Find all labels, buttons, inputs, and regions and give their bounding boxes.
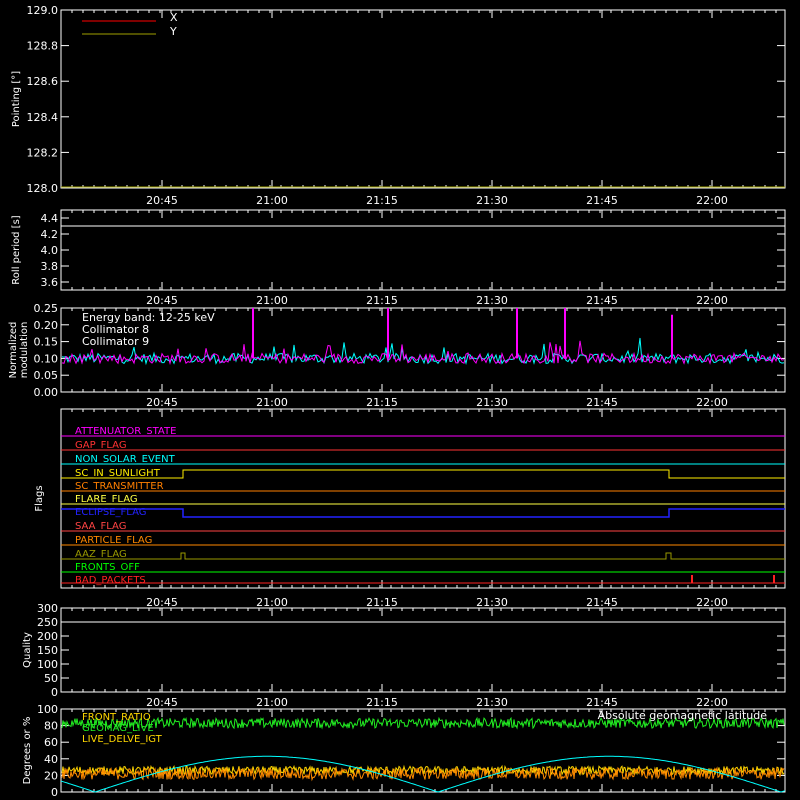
flags-x-tick-label: 21:45	[586, 596, 618, 609]
geomag-legend-latitude: Absolute geomagnetic latitude	[598, 709, 768, 722]
flag-label-aaz-flag: AAZ_FLAG	[75, 549, 127, 560]
pointing-y-tick-label: 129.0	[27, 4, 59, 17]
modulation-x-tick-label: 21:45	[586, 396, 618, 409]
flags-x-tick-label: 21:00	[256, 596, 288, 609]
flag-line-sc-in-sunlight	[61, 469, 785, 479]
geomag-y-axis-label: Degrees or %	[22, 717, 33, 785]
pointing-y-tick-label: 128.6	[27, 75, 59, 88]
quality-x-tick-label: 20:45	[146, 696, 178, 709]
quality-y-tick-label: 200	[37, 630, 58, 643]
modulation-series-collimator8	[61, 337, 785, 366]
flag-label-saa-flag: SAA_FLAG	[75, 521, 126, 532]
geomag-y-tick-label: 20	[44, 769, 58, 782]
pointing-x-tick-label: 21:15	[366, 194, 398, 207]
flags-y-axis-label: Flags	[34, 485, 45, 511]
quality-x-tick-label: 21:30	[476, 696, 508, 709]
summary-chart-svg: 20:45 21:00 21:15 21:30 21:45 22:00 128.0 128.2…	[8, 4, 786, 799]
modulation-y-tick-label: 0.25	[34, 302, 59, 315]
flags-x-tick-label: 21:15	[366, 596, 398, 609]
flag-line-aaz-flag	[61, 552, 785, 560]
modulation-y-axis-label-2: modulation	[19, 322, 30, 379]
flag-label-sc-transmitter: SC_TRANSMITTER	[75, 481, 164, 492]
quality-y-tick-label: 0	[51, 686, 58, 699]
pointing-y-tick-label: 128.2	[27, 146, 59, 159]
flags-x-tick-label: 20:45	[146, 596, 178, 609]
flag-label-non-solar-event: NON_SOLAR_EVENT	[75, 454, 176, 465]
geomag-y-tick-label: 40	[44, 753, 58, 766]
pointing-y-axis-label: Pointing [°]	[11, 71, 22, 127]
roll-x-tick-label: 21:15	[366, 294, 398, 307]
pointing-y-tick-label: 128.8	[27, 40, 59, 53]
modulation-x-tick-label: 22:00	[696, 396, 728, 409]
roll-x-tick-label: 21:30	[476, 294, 508, 307]
roll-x-tick-label: 21:00	[256, 294, 288, 307]
quality-x-tick-label: 21:45	[586, 696, 618, 709]
quality-y-tick-label: 150	[37, 644, 58, 657]
modulation-x-tick-label: 21:15	[366, 396, 398, 409]
roll-y-tick-label: 4.2	[41, 228, 59, 241]
modulation-y-tick-label: 0.15	[34, 336, 59, 349]
modulation-x-tick-label: 21:00	[256, 396, 288, 409]
pointing-x-tick-label: 21:45	[586, 194, 618, 207]
modulation-y-axis-label: Normalized	[8, 322, 19, 379]
modulation-x-tick-label: 21:30	[476, 396, 508, 409]
modulation-x-tick-label: 20:45	[146, 396, 178, 409]
modulation-y-tick-label: 0.20	[34, 319, 59, 332]
quality-y-tick-label: 50	[44, 672, 58, 685]
pointing-x-tick-label: 20:45	[146, 194, 178, 207]
modulation-y-tick-label: 0.00	[34, 386, 59, 399]
roll-x-tick-label: 22:00	[696, 294, 728, 307]
geomag-y-tick-label: 0	[51, 786, 58, 799]
flag-line-eclipse-flag	[61, 508, 785, 518]
roll-y-tick-label: 4.4	[41, 212, 59, 225]
roll-frame	[60, 209, 786, 291]
geomag-legend-geomag-live: GEOMAG_LIVE	[82, 723, 154, 734]
pointing-legend-y-label: Y	[169, 25, 177, 38]
pointing-x-tick-label: 21:00	[256, 194, 288, 207]
flags-x-tick-label: 21:30	[476, 596, 508, 609]
flag-label-fronts-off: FRONTS_OFF	[75, 562, 140, 573]
roll-y-axis-label: Roll period [s]	[11, 215, 22, 284]
roll-y-tick-label: 3.8	[41, 260, 59, 273]
modulation-y-tick-label: 0.05	[34, 369, 59, 382]
roll-x-tick-label: 20:45	[146, 294, 178, 307]
quality-y-tick-label: 250	[37, 616, 58, 629]
pointing-x-tick-label: 22:00	[696, 194, 728, 207]
quality-x-tick-label: 22:00	[696, 696, 728, 709]
flag-label-bad-packets: BAD_PACKETS	[75, 575, 146, 586]
geomag-y-tick-label: 100	[37, 703, 58, 716]
geomag-y-tick-label: 80	[44, 720, 58, 733]
flag-label-attenuator-state: ATTENUATOR_STATE	[75, 426, 176, 437]
quality-y-tick-label: 100	[37, 658, 58, 671]
geomag-y-tick-label: 60	[44, 736, 58, 749]
quality-y-tick-label: 300	[37, 602, 58, 615]
hessi-observing-summary: 20:45 21:00 21:15 21:30 21:45 22:00 128.0 128.2…	[0, 0, 800, 800]
quality-x-tick-label: 21:15	[366, 696, 398, 709]
modulation-legend-collimator9: Collimator 9	[82, 335, 149, 348]
flags-x-tick-label: 22:00	[696, 596, 728, 609]
flag-label-sc-in-sunlight: SC_IN_SUNLIGHT	[75, 468, 161, 479]
quality-frame	[60, 607, 786, 693]
pointing-legend-x-label: X	[170, 11, 178, 24]
quality-y-axis-label: Quality	[22, 632, 33, 668]
flag-label-particle-flag: PARTICLE_FLAG	[75, 535, 152, 546]
roll-x-tick-label: 21:45	[586, 294, 618, 307]
roll-y-tick-label: 4.0	[41, 244, 59, 257]
pointing-x-tick-label: 21:30	[476, 194, 508, 207]
modulation-y-tick-label: 0.10	[34, 352, 59, 365]
flag-label-gap-flag: GAP_FLAG	[75, 440, 127, 451]
quality-x-tick-label: 21:00	[256, 696, 288, 709]
roll-y-tick-label: 3.6	[41, 276, 59, 289]
pointing-y-tick-label: 128.4	[27, 111, 59, 124]
flag-label-flare-flag: FLARE_FLAG	[75, 494, 138, 505]
pointing-y-tick-label: 128.0	[27, 182, 59, 195]
geomag-legend-live-delve: LIVE_DELVE_IGT	[82, 734, 163, 745]
geomag-legend-front-ratio: FRONT_RATIO	[82, 712, 151, 723]
